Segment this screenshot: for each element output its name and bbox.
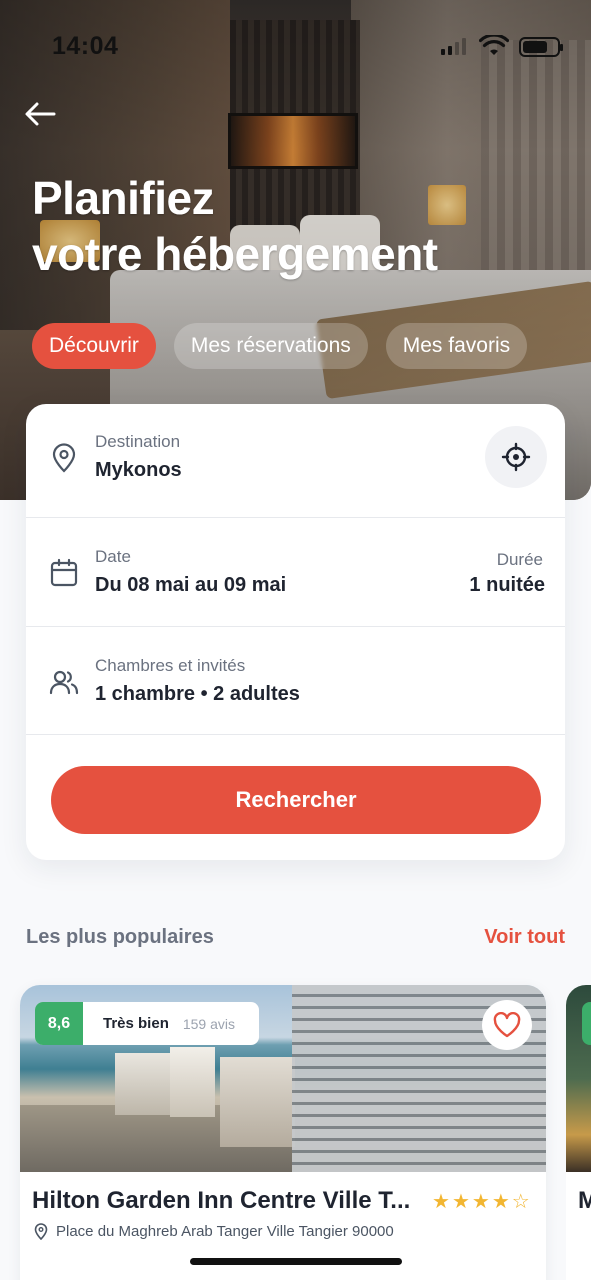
destination-label: Destination (95, 432, 181, 451)
calendar-icon (50, 558, 78, 587)
page-title-line1: Planifiez (32, 172, 215, 224)
tab-mes-reservations[interactable]: Mes réservations (173, 323, 368, 369)
home-indicator (190, 1258, 402, 1265)
hero-tabs: Découvrir Mes réservations Mes favoris (32, 323, 528, 369)
page-title: Planifiez votre hébergement (32, 170, 438, 282)
tab-mes-favoris[interactable]: Mes favoris (385, 323, 528, 369)
status-bar: 14:04 (0, 0, 591, 94)
destination-field[interactable]: Destination Mykonos (26, 404, 565, 518)
back-arrow-icon[interactable] (22, 98, 58, 130)
star-icon: ★ (432, 1191, 452, 1213)
heart-icon (493, 1012, 521, 1038)
search-button[interactable]: Rechercher (51, 766, 541, 834)
users-icon (49, 670, 79, 695)
hotel-address: Place du Maghreb Arab Tanger Ville Tangi… (34, 1223, 394, 1240)
signal-icon (441, 38, 466, 55)
battery-icon (519, 37, 563, 57)
star-icon: ★ (451, 1191, 472, 1213)
map-pin-icon (52, 443, 76, 473)
see-all-link[interactable]: Voir tout (484, 926, 565, 949)
page-title-line2: votre hébergement (32, 228, 438, 280)
search-form-card: Destination Mykonos Date Du 08 mai au 09… (26, 404, 565, 860)
star-rating: ★★★★☆ (432, 1189, 532, 1214)
tab-decouvrir[interactable]: Découvrir (32, 323, 156, 369)
guests-field[interactable]: Chambres et invités 1 chambre • 2 adulte… (26, 627, 565, 735)
star-icon: ★ (491, 1191, 512, 1213)
next-hotel-name: M (578, 1187, 591, 1214)
hotel-name: Hilton Garden Inn Centre Ville T... (32, 1187, 411, 1214)
crosshair-icon (501, 442, 531, 472)
destination-value: Mykonos (95, 459, 182, 481)
date-value: Du 08 mai au 09 mai (95, 574, 287, 596)
date-field[interactable]: Date Du 08 mai au 09 mai (26, 518, 565, 627)
wifi-icon (479, 35, 509, 55)
star-outline-icon: ☆ (511, 1191, 532, 1213)
hotel-address-text: Place du Maghreb Arab Tanger Ville Tangi… (56, 1223, 394, 1240)
guests-value: 1 chambre • 2 adultes (95, 683, 300, 705)
date-label: Date (95, 547, 131, 566)
locate-button[interactable] (485, 426, 547, 488)
map-pin-icon (34, 1223, 48, 1240)
section-title: Les plus populaires (26, 926, 214, 948)
duration-value: 1 nuitée (469, 574, 545, 596)
rating-badge: 8,6 Très bien 159 avis (35, 1002, 259, 1045)
favorite-button[interactable] (482, 1000, 532, 1050)
rating-word: Très bien (103, 1015, 169, 1032)
status-time: 14:04 (52, 32, 119, 60)
review-count: 159 avis (182, 1015, 236, 1032)
rating-score: 8,6 (35, 1002, 83, 1045)
hotel-card[interactable]: 8,6 Très bien 159 avis Hilton Garden Inn… (20, 985, 546, 1280)
star-icon: ★ (471, 1191, 492, 1213)
guests-label: Chambres et invités (95, 656, 246, 675)
hotel-card-next[interactable]: M (566, 985, 591, 1280)
duration-label: Durée (496, 550, 543, 569)
